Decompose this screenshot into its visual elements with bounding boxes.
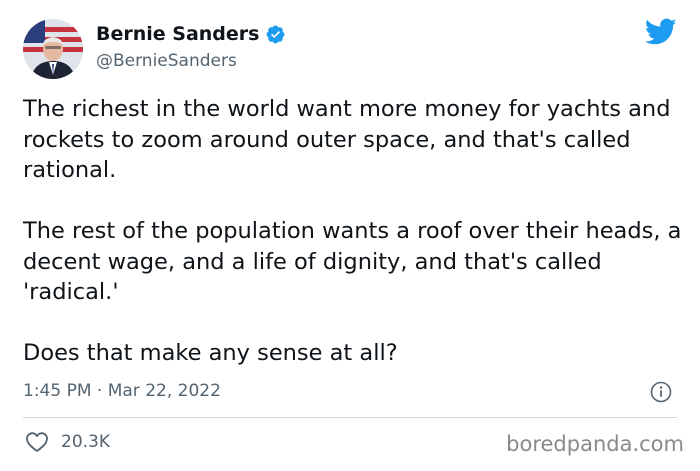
tweet-paragraph: The rest of the population wants a roof … bbox=[23, 218, 682, 305]
heart-icon[interactable] bbox=[25, 431, 49, 453]
watermark: boredpanda.com bbox=[506, 432, 684, 456]
verified-badge-icon bbox=[265, 24, 286, 45]
user-handle[interactable]: @BernieSanders bbox=[96, 50, 237, 72]
tweet-paragraph: Does that make any sense at all? bbox=[23, 340, 398, 366]
display-name[interactable]: Bernie Sanders bbox=[96, 22, 259, 46]
tweet-paragraph: The richest in the world want more money… bbox=[23, 96, 671, 183]
tweet-timestamp[interactable]: 1:45 PM · Mar 22, 2022 bbox=[23, 380, 221, 402]
like-action[interactable]: 20.3K bbox=[25, 431, 110, 453]
avatar[interactable] bbox=[23, 19, 83, 79]
tweet-text: The richest in the world want more money… bbox=[23, 94, 683, 369]
like-count: 20.3K bbox=[61, 432, 110, 452]
info-icon[interactable] bbox=[650, 381, 672, 403]
profile-photo bbox=[23, 19, 83, 79]
divider bbox=[23, 417, 677, 418]
author-name-row: Bernie Sanders bbox=[96, 22, 286, 46]
twitter-bird-icon[interactable] bbox=[644, 18, 677, 46]
